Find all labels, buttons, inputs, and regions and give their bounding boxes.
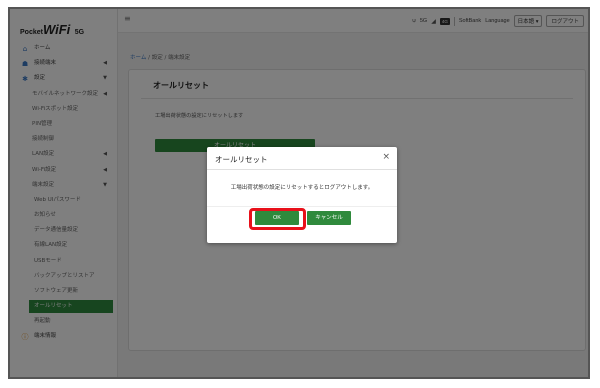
dialog-header: オールリセット × [207, 147, 397, 170]
confirm-dialog: オールリセット × 工場出荷状態の設定にリセットするとログアウトします。 OK … [207, 147, 397, 243]
dialog-message: 工場出荷状態の設定にリセットするとログアウトします。 [230, 185, 374, 191]
dialog-title: オールリセット [215, 155, 268, 164]
divider [207, 206, 397, 207]
cancel-button[interactable]: キャンセル [307, 211, 351, 225]
app-window: PocketWiFi 5G ⌂ ホーム ☗ 接続端末 ◀ ✱ 設定 ▼ モバイル… [8, 7, 590, 379]
ok-button[interactable]: OK [255, 211, 299, 225]
close-icon[interactable]: × [382, 152, 390, 162]
